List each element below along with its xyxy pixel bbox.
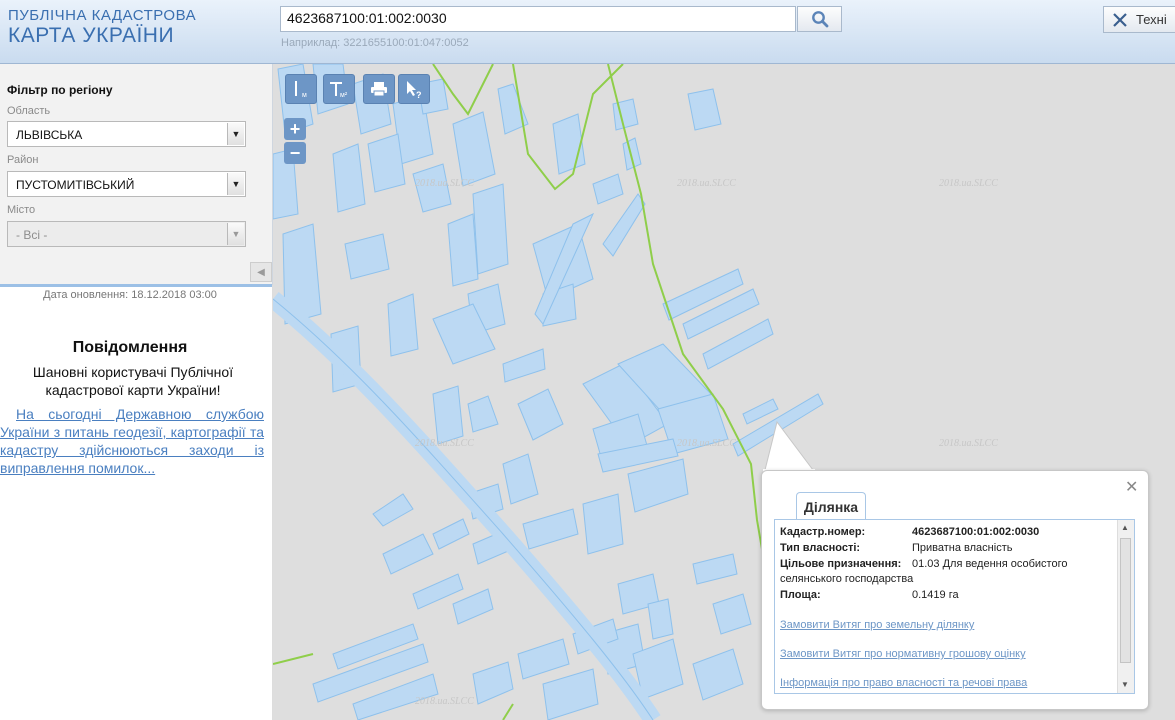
- info-row-purpose-cont: селянського господарства: [780, 573, 913, 585]
- scroll-up-icon[interactable]: ▲: [1121, 523, 1129, 532]
- watermark: 2018.ua.SLCC: [415, 438, 474, 449]
- filter-title: Фільтр по регіону: [7, 83, 113, 97]
- search-input[interactable]: 4623687100:01:002:0030: [280, 6, 796, 32]
- print-button[interactable]: [363, 74, 395, 104]
- ruler-icon: м: [295, 81, 307, 99]
- watermark: 2018.ua.SLCC: [939, 178, 998, 189]
- info-value: селянського господарства: [780, 573, 914, 585]
- zoom-in-button[interactable]: +: [284, 118, 306, 140]
- header: ПУБЛІЧНА КАДАСТРОВА КАРТА УКРАЇНИ 462368…: [0, 0, 1175, 64]
- chevron-down-icon: ▼: [227, 173, 244, 195]
- info-key: Цільове призначення:: [780, 558, 902, 570]
- measure-area-button[interactable]: м²: [323, 74, 355, 104]
- svg-text:?: ?: [416, 90, 422, 99]
- region-filter-panel: Фільтр по регіону Область ЛЬВІВСЬКА ▼ Ра…: [0, 64, 273, 285]
- measure-distance-button[interactable]: м: [285, 74, 317, 104]
- news-title: Повідомлення: [72, 339, 188, 356]
- scrollbar-thumb[interactable]: [1120, 538, 1131, 663]
- order-land-extract-link[interactable]: Замовити Витяг про земельну ділянку: [780, 619, 974, 631]
- parcel-info-popup: ✕ Ділянка Кадастр.номер: 4623687100:01:0…: [761, 470, 1149, 710]
- plus-icon: +: [289, 118, 301, 139]
- watermark: 2018.ua.SLCC: [415, 178, 474, 189]
- chevron-left-icon: ◀: [257, 266, 265, 278]
- region-value: ЛЬВІВСЬКА: [16, 128, 83, 142]
- collapse-panel-button[interactable]: ◀: [250, 262, 272, 282]
- info-value: 0.1419 га: [912, 589, 959, 601]
- search-icon: [811, 11, 828, 28]
- ownership-info-link[interactable]: Інформація про право власності та речові…: [780, 677, 1027, 689]
- area-ruler-icon: м²: [330, 82, 348, 99]
- logo-line1: ПУБЛІЧНА КАДАСТРОВА: [8, 7, 197, 24]
- news-link[interactable]: На сьогодні Державною службою України з …: [0, 405, 264, 477]
- chevron-down-icon: ▼: [227, 223, 244, 245]
- zoom-out-button[interactable]: −: [284, 142, 306, 164]
- info-key: Площа:: [780, 589, 821, 601]
- watermark: 2018.ua.SLCC: [677, 438, 736, 449]
- close-icon[interactable]: ✕: [1125, 477, 1138, 497]
- watermark: 2018.ua.SLCC: [415, 696, 474, 707]
- info-value: Приватна власність: [912, 542, 1013, 554]
- printer-icon: [371, 82, 387, 97]
- region-label: Область: [7, 105, 51, 117]
- popup-scrollbar[interactable]: ▲ ▼: [1117, 520, 1134, 693]
- info-value: 01.03 Для ведення особистого: [912, 558, 1068, 570]
- tools-icon: [1113, 12, 1127, 27]
- info-key: Тип власності:: [780, 542, 861, 554]
- watermark: 2018.ua.SLCC: [939, 438, 998, 449]
- info-row-ownership: Тип власності: Приватна власність: [780, 542, 1012, 554]
- search-hint: Наприклад: 3221655100:01:047:0052: [281, 37, 469, 49]
- info-row-area: Площа: 0.1419 га: [780, 589, 959, 601]
- cursor-question-icon: ?: [407, 81, 422, 99]
- search-button[interactable]: [797, 6, 842, 32]
- tab-parcel[interactable]: Ділянка: [796, 492, 866, 521]
- scroll-down-icon[interactable]: ▼: [1121, 680, 1129, 689]
- tech-button[interactable]: Техні: [1103, 6, 1175, 33]
- logo[interactable]: ПУБЛІЧНА КАДАСТРОВА КАРТА УКРАЇНИ: [8, 8, 196, 46]
- news-panel: Дата оновлення: 18.12.2018 03:00 Повідом…: [0, 287, 272, 720]
- city-value: - Всі -: [16, 228, 48, 242]
- identify-button[interactable]: ?: [398, 74, 430, 104]
- district-select[interactable]: ПУСТОМИТІВСЬКИЙ ▼: [7, 171, 246, 197]
- region-select[interactable]: ЛЬВІВСЬКА ▼: [7, 121, 246, 147]
- logo-line2: КАРТА УКРАЇНИ: [8, 24, 175, 47]
- svg-text:м: м: [302, 92, 307, 99]
- parcel-info-body: Кадастр.номер: 4623687100:01:002:0030 Ти…: [774, 519, 1135, 694]
- watermark: 2018.ua.SLCC: [677, 178, 736, 189]
- district-value: ПУСТОМИТІВСЬКИЙ: [16, 178, 135, 192]
- minus-icon: −: [289, 142, 301, 163]
- city-label: Місто: [7, 204, 36, 216]
- tech-label: Техні: [1136, 12, 1167, 27]
- info-key: Кадастр.номер:: [780, 526, 866, 538]
- update-date: Дата оновлення: 18.12.2018 03:00: [43, 289, 217, 301]
- news-greeting: Шановні користувачі Публічної кадастрово…: [32, 364, 234, 398]
- svg-text:м²: м²: [340, 92, 348, 99]
- city-select[interactable]: - Всі - ▼: [7, 221, 246, 247]
- info-row-cadastral: Кадастр.номер: 4623687100:01:002:0030: [780, 526, 1039, 538]
- info-row-purpose: Цільове призначення: 01.03 Для ведення о…: [780, 558, 1067, 570]
- order-valuation-extract-link[interactable]: Замовити Витяг про нормативну грошову оц…: [780, 648, 1026, 660]
- info-value: 4623687100:01:002:0030: [912, 526, 1040, 538]
- chevron-down-icon: ▼: [227, 123, 244, 145]
- district-label: Район: [7, 154, 39, 166]
